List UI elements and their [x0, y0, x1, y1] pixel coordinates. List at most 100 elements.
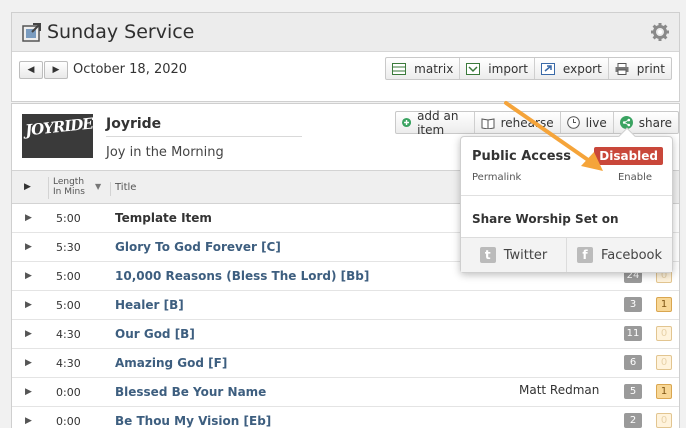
- twitter-icon: t: [479, 247, 496, 263]
- twitter-share-button[interactable]: t Twitter: [461, 238, 566, 272]
- row-title[interactable]: Our God [B]: [115, 327, 195, 341]
- rehearse-button[interactable]: rehearse: [473, 112, 560, 133]
- page-title: Sunday Service: [47, 21, 195, 43]
- rehearse-label: rehearse: [500, 115, 554, 130]
- column-length-line2: In Mins: [53, 187, 85, 197]
- date-toolbar: ◀ ▶ October 18, 2020 matrix import expor…: [12, 52, 679, 102]
- share-button[interactable]: share: [612, 112, 678, 133]
- enable-link[interactable]: Enable: [618, 172, 652, 183]
- row-length: 0:00: [56, 415, 81, 428]
- printer-icon: [615, 62, 629, 75]
- flag-badge: 1: [656, 384, 672, 399]
- service-icon: [22, 23, 41, 42]
- matrix-label: matrix: [414, 61, 454, 76]
- expand-row-icon[interactable]: ▶: [25, 387, 32, 397]
- flag-badge: 1: [656, 297, 672, 312]
- share-worship-set-title: Share Worship Set on: [472, 212, 619, 226]
- usage-count-badge: 5: [624, 384, 642, 399]
- add-item-button[interactable]: add an item: [396, 109, 474, 137]
- row-title[interactable]: Template Item: [115, 211, 212, 225]
- matrix-button[interactable]: matrix: [386, 58, 459, 79]
- live-label: live: [585, 115, 607, 130]
- expand-row-icon[interactable]: ▶: [25, 329, 32, 339]
- social-share-row: t Twitter f Facebook: [461, 237, 672, 272]
- print-label: print: [636, 61, 665, 76]
- flag-badge: 0: [656, 355, 672, 370]
- expand-row-icon[interactable]: ▶: [25, 271, 32, 281]
- share-popup: Public Access Disabled Permalink Enable …: [460, 127, 673, 273]
- table-row[interactable]: ▶ 5:00 Healer [B] 3 1: [12, 291, 679, 320]
- arrow-right-icon: ▶: [52, 65, 60, 75]
- row-length: 5:30: [56, 241, 81, 254]
- row-title[interactable]: Glory To God Forever [C]: [115, 240, 281, 254]
- status-badge: Disabled: [594, 147, 663, 165]
- column-length-line1: Length: [53, 177, 85, 187]
- clock-icon: [566, 116, 580, 129]
- table-row[interactable]: ▶ 0:00 Blessed Be Your Name Matt Redman …: [12, 378, 679, 407]
- row-artist: Matt Redman: [519, 383, 600, 397]
- arrow-left-icon: ◀: [27, 65, 35, 75]
- usage-count-badge: 11: [624, 326, 642, 341]
- usage-count-badge: 6: [624, 355, 642, 370]
- book-icon: [481, 117, 495, 129]
- expand-row-icon[interactable]: ▶: [25, 300, 32, 310]
- facebook-share-button[interactable]: f Facebook: [566, 238, 672, 272]
- prev-date-button[interactable]: ◀: [19, 61, 43, 79]
- expand-row-icon[interactable]: ▶: [25, 358, 32, 368]
- plus-circle-icon: [402, 117, 412, 128]
- set-name[interactable]: Joyride: [106, 116, 161, 132]
- facebook-label: Facebook: [600, 247, 663, 263]
- table-row[interactable]: ▶ 0:00 Be Thou My Vision [Eb] 2 0: [12, 407, 679, 428]
- import-button[interactable]: import: [459, 58, 534, 79]
- row-title[interactable]: Amazing God [F]: [115, 356, 227, 370]
- share-label: share: [638, 115, 672, 130]
- flag-badge: 0: [656, 413, 672, 428]
- usage-count-badge: 3: [624, 297, 642, 312]
- row-title[interactable]: 10,000 Reasons (Bless The Lord) [Bb]: [115, 269, 369, 283]
- row-length: 0:00: [56, 386, 81, 399]
- set-name-divider: [106, 136, 302, 137]
- header-title-bar: Sunday Service: [12, 13, 679, 52]
- row-length: 5:00: [56, 212, 81, 225]
- service-date: October 18, 2020: [73, 62, 188, 77]
- row-title[interactable]: Healer [B]: [115, 298, 184, 312]
- live-button[interactable]: live: [559, 112, 613, 133]
- expand-all-icon[interactable]: ▶: [24, 182, 31, 192]
- table-row[interactable]: ▶ 4:30 Our God [B] 11 0: [12, 320, 679, 349]
- import-label: import: [488, 61, 528, 76]
- row-length: 5:00: [56, 299, 81, 312]
- column-title[interactable]: Title: [110, 182, 136, 196]
- row-length: 4:30: [56, 357, 81, 370]
- import-icon: [466, 62, 481, 75]
- column-length[interactable]: Length In Mins: [48, 177, 85, 199]
- row-title[interactable]: Blessed Be Your Name: [115, 385, 266, 399]
- header-tools: matrix import export print: [385, 57, 672, 80]
- expand-row-icon[interactable]: ▶: [25, 242, 32, 252]
- export-button[interactable]: export: [533, 58, 608, 79]
- export-icon: [540, 62, 555, 75]
- row-length: 5:00: [56, 270, 81, 283]
- usage-count-badge: 2: [624, 413, 642, 428]
- set-actions: add an item rehearse live share: [395, 109, 679, 137]
- table-row[interactable]: ▶ 4:30 Amazing God [F] 6 0: [12, 349, 679, 378]
- gear-icon[interactable]: [651, 23, 669, 41]
- public-access-label: Public Access: [472, 149, 571, 164]
- next-date-button[interactable]: ▶: [44, 61, 68, 79]
- artwork-text: JOYRIDE: [24, 114, 93, 140]
- row-title[interactable]: Be Thou My Vision [Eb]: [115, 414, 271, 428]
- sort-down-icon[interactable]: ▼: [95, 182, 101, 191]
- popup-divider: [461, 195, 672, 196]
- row-length: 4:30: [56, 328, 81, 341]
- facebook-icon: f: [576, 247, 593, 263]
- matrix-icon: [392, 62, 407, 75]
- twitter-label: Twitter: [503, 247, 548, 263]
- service-header: Sunday Service ◀ ▶ October 18, 2020 matr…: [11, 12, 680, 102]
- flag-badge: 0: [656, 326, 672, 341]
- print-button[interactable]: print: [607, 58, 671, 79]
- export-label: export: [562, 61, 602, 76]
- set-subtitle[interactable]: Joy in the Morning: [106, 145, 224, 160]
- expand-row-icon[interactable]: ▶: [25, 416, 32, 426]
- expand-row-icon[interactable]: ▶: [25, 213, 32, 223]
- add-item-label: add an item: [417, 108, 459, 137]
- permalink-label[interactable]: Permalink: [472, 172, 521, 183]
